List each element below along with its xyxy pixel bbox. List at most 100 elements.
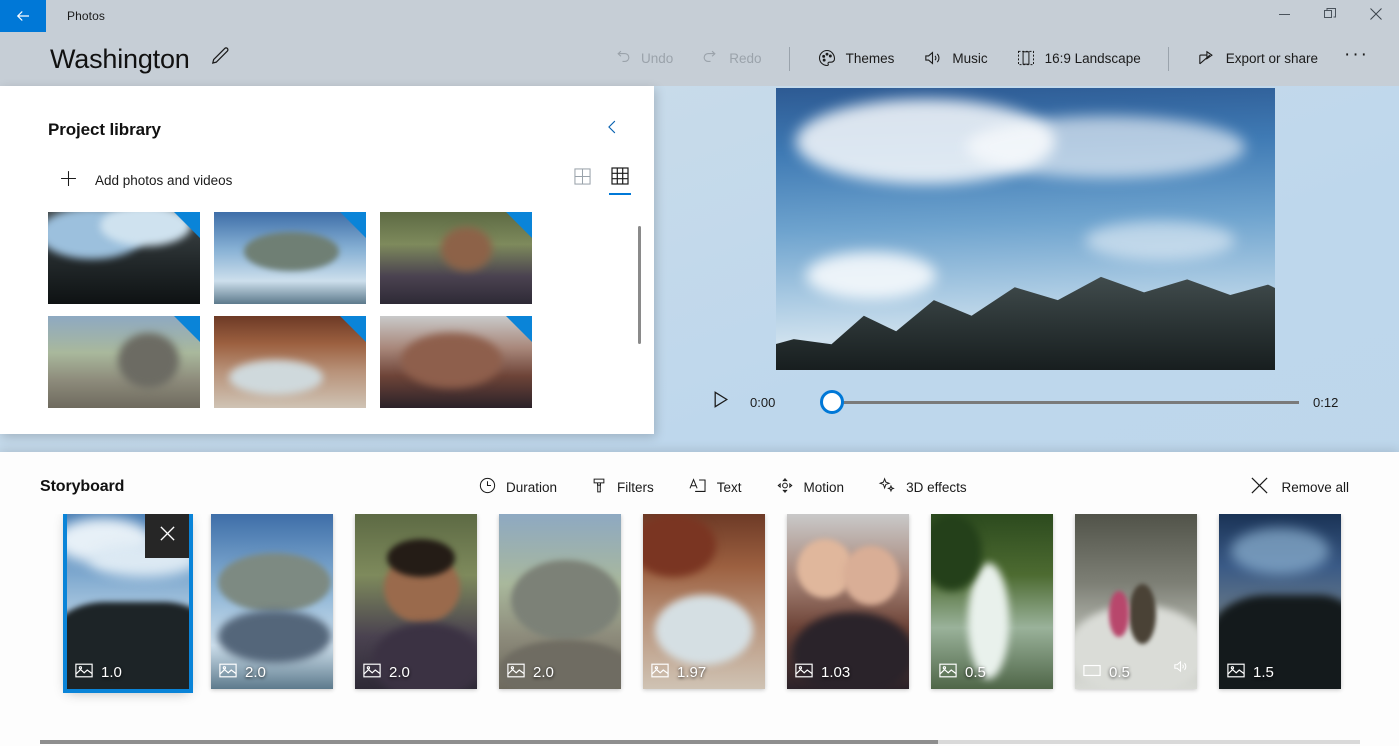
remove-all-label: Remove all <box>1281 480 1349 495</box>
storyboard-card-mountain-ridge-clouds[interactable]: 1.0 <box>67 514 189 689</box>
photo-icon <box>507 663 525 682</box>
add-photos-and-videos-button[interactable]: Add photos and videos <box>58 168 232 192</box>
storyboard-card-autumn-creek-stones[interactable]: 1.97 <box>643 514 765 689</box>
themes-button[interactable]: Themes <box>806 42 906 77</box>
share-icon <box>1196 48 1217 71</box>
photo-icon <box>75 663 93 682</box>
storyboard-card-four-friends-railroad[interactable]: 2.0 <box>499 514 621 689</box>
themes-label: Themes <box>846 52 895 66</box>
storyboard-card-man-portrait-hillside[interactable]: 2.0 <box>355 514 477 689</box>
card-duration: 1.97 <box>651 663 706 682</box>
card-duration-label: 2.0 <box>245 664 266 681</box>
audio-icon <box>1171 658 1190 680</box>
motion-button[interactable]: Motion <box>763 469 857 505</box>
pencil-icon <box>208 45 231 73</box>
storyboard-strip[interactable]: 1.0 2.0 <box>0 514 1399 719</box>
library-item-badge <box>506 212 532 238</box>
library-actions: Add photos and videos <box>0 147 654 195</box>
duration-button[interactable]: Duration <box>466 469 569 505</box>
sparkle-icon <box>877 476 897 498</box>
storyboard-tools: Duration Filters Text <box>466 452 988 522</box>
aspect-ratio-label: 16:9 Landscape <box>1045 52 1141 66</box>
library-item-autumn-creek-stones[interactable] <box>214 316 366 408</box>
library-item-man-portrait-hillside[interactable] <box>380 212 532 304</box>
library-item-four-friends-railroad[interactable] <box>48 316 200 408</box>
card-duration: 1.03 <box>795 663 850 682</box>
close-icon <box>1370 7 1382 25</box>
close-button[interactable] <box>1353 0 1399 32</box>
app-name: Photos <box>67 9 105 23</box>
card-duration-label: 2.0 <box>389 664 410 681</box>
motion-icon <box>775 476 795 498</box>
chevron-left-icon <box>603 116 622 143</box>
motion-label: Motion <box>804 480 845 495</box>
photo-icon <box>1227 663 1245 682</box>
clock-icon <box>478 476 497 498</box>
library-title: Project library <box>48 120 161 140</box>
close-x-icon <box>159 525 176 547</box>
add-photos-label: Add photos and videos <box>95 173 232 188</box>
storyboard-horizontal-scrollbar[interactable] <box>40 740 1360 744</box>
photo-icon <box>219 663 237 682</box>
filters-button[interactable]: Filters <box>578 469 666 505</box>
photo-icon <box>939 663 957 682</box>
3d-effects-button[interactable]: 3D effects <box>865 469 979 505</box>
library-thumbnail-grid[interactable] <box>48 212 646 412</box>
text-label: Text <box>717 480 742 495</box>
storyboard-card-group-selfie-four-people[interactable]: 1.03 <box>787 514 909 689</box>
restore-button[interactable] <box>1307 0 1353 32</box>
card-duration: 2.0 <box>363 663 410 682</box>
more-options-button[interactable]: ··· <box>1332 44 1381 74</box>
text-icon <box>687 476 708 498</box>
redo-icon <box>701 48 720 70</box>
grid-small-view-button[interactable] <box>608 165 632 195</box>
video-preview-frame[interactable] <box>776 88 1275 370</box>
export-or-share-button[interactable]: Export or share <box>1185 42 1329 77</box>
restore-icon <box>1324 7 1336 25</box>
grid-large-view-button[interactable] <box>571 166 594 195</box>
rename-project-button[interactable] <box>208 45 231 73</box>
collapse-library-button[interactable] <box>595 112 630 147</box>
back-button[interactable] <box>0 0 46 32</box>
remove-all-button[interactable]: Remove all <box>1240 469 1359 505</box>
scrubber-line <box>836 401 1299 404</box>
library-item-mountain-lake-reflection[interactable] <box>214 212 366 304</box>
card-duration-label: 2.0 <box>533 664 554 681</box>
card-duration: 0.5 <box>939 663 986 682</box>
card-duration-label: 1.5 <box>1253 664 1274 681</box>
card-duration: 2.0 <box>507 663 554 682</box>
undo-button[interactable]: Undo <box>602 42 684 76</box>
photo-icon <box>363 663 381 682</box>
storyboard-card-winter-trail-hikers[interactable]: 0.5 <box>1075 514 1197 689</box>
library-item-badge <box>340 212 366 238</box>
card-duration: 0.5 <box>1083 663 1130 682</box>
redo-button[interactable]: Redo <box>690 42 772 76</box>
storyboard-card-mountain-lake-reflection[interactable]: 2.0 <box>211 514 333 689</box>
play-button[interactable] <box>707 387 734 417</box>
storyboard-card-dark-mountain-peak[interactable]: 1.5 <box>1219 514 1341 689</box>
scrubber-track[interactable] <box>820 393 1299 411</box>
library-item-group-selfie-four-people[interactable] <box>380 316 532 408</box>
aspect-ratio-button[interactable]: 16:9 Landscape <box>1005 42 1152 77</box>
card-duration-label: 1.97 <box>677 664 706 681</box>
toolbar-divider-1 <box>789 47 790 71</box>
project-title-group: Washington <box>0 44 231 75</box>
card-duration-label: 0.5 <box>965 664 986 681</box>
filters-label: Filters <box>617 480 654 495</box>
playback-controls: 0:00 0:12 <box>707 386 1347 418</box>
text-button[interactable]: Text <box>675 469 754 505</box>
minimize-button[interactable] <box>1261 0 1307 32</box>
aspect-ratio-icon <box>1016 48 1036 71</box>
scrubber-handle[interactable] <box>820 390 844 414</box>
speaker-icon <box>922 48 943 71</box>
toolbar-divider-2 <box>1168 47 1169 71</box>
toolbar: Undo Redo Themes <box>599 42 1399 77</box>
window-title-bar: Photos <box>0 0 1399 32</box>
remove-card-button[interactable] <box>145 514 189 558</box>
library-scrollbar[interactable] <box>638 226 641 344</box>
storyboard-card-forest-waterfall-creek[interactable]: 0.5 <box>931 514 1053 689</box>
grid-small-icon <box>611 172 629 189</box>
photo-icon <box>651 663 669 682</box>
library-item-mountain-ridge-clouds[interactable] <box>48 212 200 304</box>
music-button[interactable]: Music <box>911 42 998 77</box>
